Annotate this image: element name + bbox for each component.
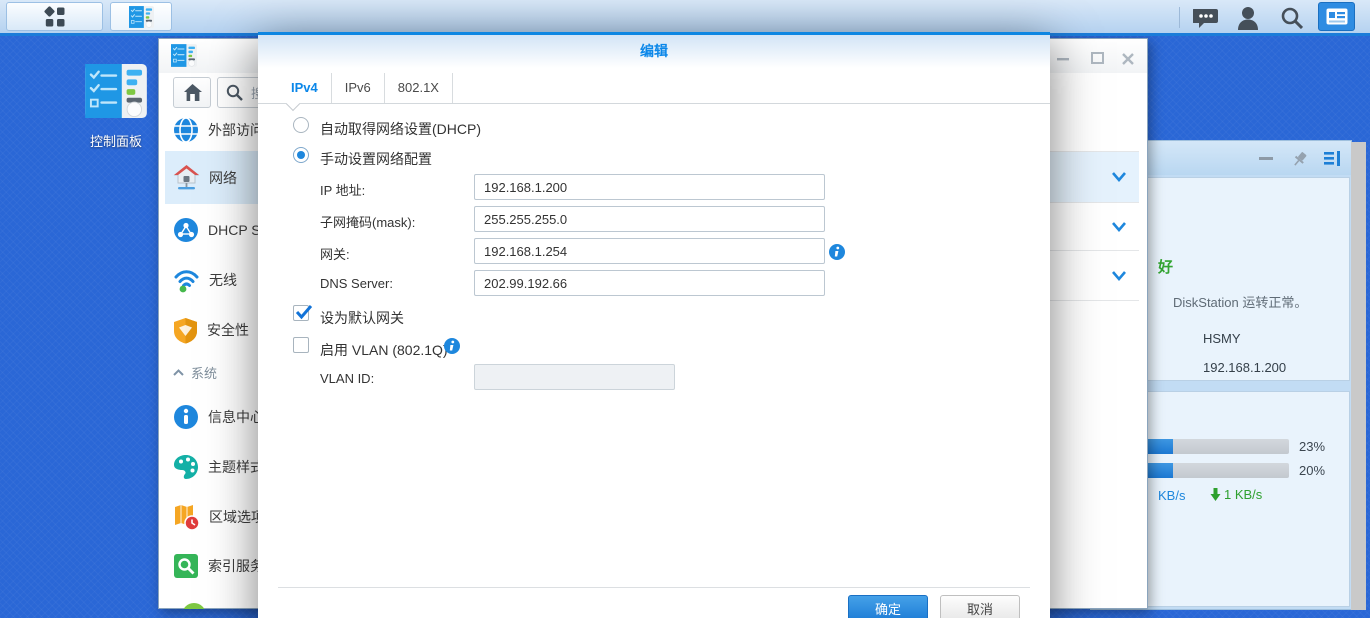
window-maximize-button[interactable] [1091, 52, 1106, 65]
vlan-checkbox-label: 启用 VLAN (802.1Q) [320, 340, 448, 360]
shield-icon [173, 317, 198, 344]
widget-minimize-icon[interactable] [1259, 157, 1273, 161]
ip-address-label: IP 地址: [320, 180, 365, 199]
edit-dialog: 编辑 IPv4 IPv6 802.1X 自动取得网络设置(DHCP) 手动设置网… [258, 32, 1050, 618]
cpu-usage-percent: 23% [1299, 439, 1325, 454]
sidebar-item-label: 信息中心 [208, 407, 264, 427]
desktop-scrollbar[interactable] [1351, 142, 1366, 610]
main-menu-button[interactable] [6, 2, 103, 31]
taskbar [0, 0, 1370, 36]
download-speed: 1 KB/s [1224, 487, 1262, 502]
chevron-down-icon [1111, 170, 1127, 184]
control-panel-shortcut-icon [85, 64, 147, 118]
chevron-down-icon [1111, 220, 1127, 234]
dns-server-input[interactable] [474, 270, 825, 296]
sidebar-item-label: DHCP S [208, 222, 261, 238]
dns-server-label: DNS Server: [320, 276, 393, 291]
indexing-service-icon [173, 553, 199, 579]
control-panel-task-icon [129, 6, 154, 28]
home-icon [183, 84, 202, 101]
info-center-icon [173, 404, 199, 430]
cancel-button[interactable]: 取消 [940, 595, 1020, 618]
tab-8021x[interactable]: 802.1X [385, 73, 453, 103]
subnet-mask-input[interactable] [474, 206, 825, 232]
dialog-footer-divider [278, 587, 1030, 588]
vlan-id-input [474, 364, 675, 390]
gateway-input[interactable] [474, 238, 825, 264]
search-icon [226, 84, 243, 101]
default-gateway-label: 设为默认网关 [320, 308, 404, 328]
desktop: 好 DiskStation 运转正常。 HSMY 192.168.1.200 0… [0, 0, 1370, 618]
vlan-info-icon[interactable] [444, 338, 460, 354]
globe-icon [173, 117, 199, 143]
home-button[interactable] [173, 77, 211, 108]
sidebar-item-partial-icon [181, 602, 207, 609]
sidebar-item-label: 主题样式 [208, 457, 264, 477]
sidebar-item-label: 索引服务 [208, 556, 264, 576]
default-gateway-checkbox[interactable] [293, 305, 309, 321]
window-close-button[interactable] [1121, 52, 1136, 65]
vlan-id-label: VLAN ID: [320, 371, 374, 386]
gateway-label: 网关: [320, 244, 350, 263]
radio-dhcp-label: 自动取得网络设置(DHCP) [320, 119, 481, 139]
user-options-icon[interactable] [1237, 6, 1259, 30]
wifi-icon [173, 267, 200, 293]
search-icon[interactable] [1281, 7, 1303, 29]
vlan-checkbox[interactable] [293, 337, 309, 353]
sidebar-item-label: 无线 [209, 270, 237, 290]
ip-address-value: 192.168.1.200 [1203, 360, 1286, 375]
widget-dock-icon[interactable] [1324, 151, 1342, 166]
radio-dhcp[interactable] [293, 117, 309, 133]
window-minimize-button[interactable] [1057, 52, 1072, 65]
tab-ipv4[interactable]: IPv4 [278, 73, 332, 103]
widget-panel-toggle-button[interactable] [1318, 2, 1355, 31]
dialog-tab-bar: IPv4 IPv6 802.1X [258, 73, 1050, 104]
main-menu-grid-icon [44, 6, 66, 28]
sidebar-item-label: 网络 [209, 168, 237, 188]
network-house-icon [173, 164, 200, 191]
ok-button[interactable]: 确定 [848, 595, 928, 618]
radio-manual[interactable] [293, 147, 309, 163]
dialog-title: 编辑 [258, 35, 1050, 68]
upload-speed: KB/s [1158, 488, 1185, 503]
dhcp-server-icon [173, 217, 199, 243]
taskbar-separator [1179, 7, 1180, 28]
radio-manual-label: 手动设置网络配置 [320, 149, 432, 169]
status-headline: 好 [1158, 256, 1173, 277]
taskbar-control-panel-button[interactable] [110, 2, 172, 31]
widget-pin-icon[interactable] [1291, 150, 1309, 168]
notifications-icon[interactable] [1193, 8, 1219, 29]
regional-options-icon [173, 504, 200, 531]
theme-palette-icon [173, 454, 199, 480]
download-arrow-icon [1210, 488, 1221, 501]
sidebar-item-label: 安全性 [207, 320, 249, 340]
chevron-down-icon [1111, 269, 1127, 283]
sidebar-item-label: 区域选项 [209, 507, 265, 527]
sidebar-section-label: 系统 [191, 363, 217, 382]
subnet-mask-label: 子网掩码(mask): [320, 212, 415, 231]
tab-ipv6[interactable]: IPv6 [332, 73, 385, 103]
download-speed-row: 1 KB/s [1210, 487, 1262, 502]
status-detail: DiskStation 运转正常。 [1173, 292, 1307, 311]
section-collapse-icon [173, 369, 184, 376]
widget-panel-icon [1326, 8, 1348, 25]
control-panel-mini-icon [171, 44, 197, 67]
checkmark-icon [295, 303, 315, 321]
sidebar-item-label: 外部访问 [208, 120, 264, 140]
server-name-value: HSMY [1203, 331, 1241, 346]
ram-usage-percent: 20% [1299, 463, 1325, 478]
ip-address-input[interactable] [474, 174, 825, 200]
gateway-info-icon[interactable] [829, 244, 845, 260]
